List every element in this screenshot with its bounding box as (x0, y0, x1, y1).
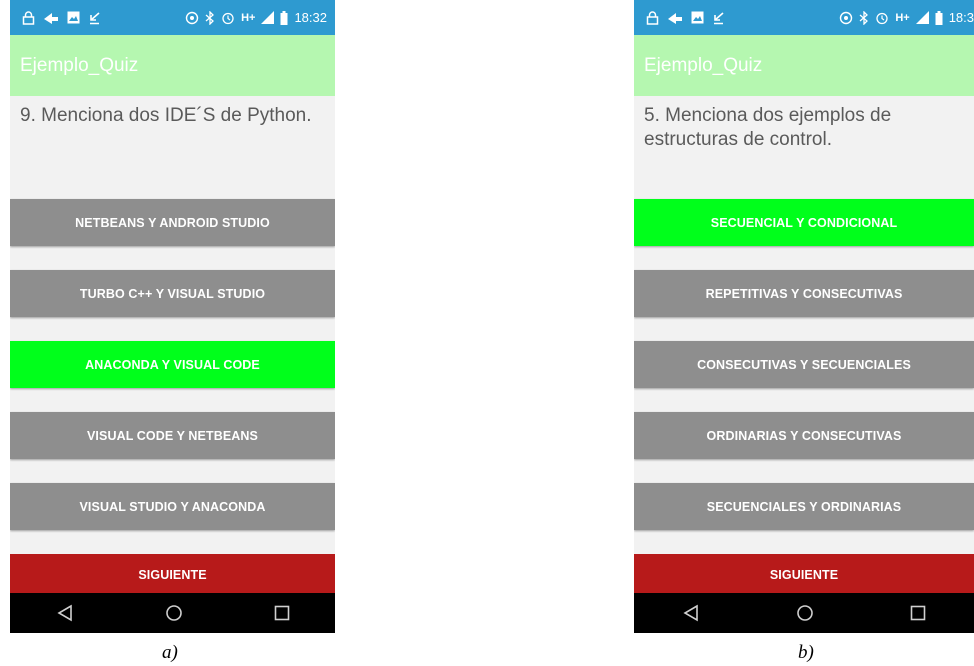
lock-icon (22, 10, 35, 25)
alarm-icon (221, 11, 235, 25)
recents-icon[interactable] (910, 605, 926, 621)
app-title: Ejemplo_Quiz (10, 35, 335, 96)
hotspot-icon (185, 11, 199, 25)
phone-screen-b: H+ 18:3 Ejemplo_Quiz 5. Menciona dos eje… (634, 0, 974, 633)
navigation-bar (634, 593, 974, 633)
signal-app-icon (43, 11, 59, 25)
next-button[interactable]: SIGUIENTE (10, 554, 335, 595)
image-icon (691, 11, 704, 24)
answer-option-5[interactable]: SECUENCIALES Y ORDINARIAS (634, 483, 974, 530)
question-text: 5. Menciona dos ejemplos de estructuras … (644, 105, 892, 150)
answer-option-3-correct[interactable]: ANACONDA Y VISUAL CODE (10, 341, 335, 388)
download-icon (712, 11, 725, 25)
answer-option-1[interactable]: NETBEANS Y ANDROID STUDIO (10, 199, 335, 246)
answer-option-2[interactable]: TURBO C++ Y VISUAL STUDIO (10, 270, 335, 317)
answer-option-4[interactable]: ORDINARIAS Y CONSECUTIVAS (634, 412, 974, 459)
status-time: 18:32 (294, 10, 327, 25)
back-icon[interactable] (56, 604, 74, 622)
signal-app-icon (667, 11, 683, 25)
recents-icon[interactable] (274, 605, 290, 621)
status-time: 18:3 (948, 10, 974, 25)
status-bar: H+ 18:3 (634, 0, 974, 35)
answer-option-4[interactable]: VISUAL CODE Y NETBEANS (10, 412, 335, 459)
figure-caption-b: b) (798, 642, 814, 663)
signal-icon (915, 11, 929, 24)
network-type-label: H+ (895, 11, 910, 24)
phone-screen-a: H+ 18:32 Ejemplo_Quiz 9. Menciona dos ID… (10, 0, 335, 633)
bluetooth-icon (859, 10, 869, 25)
battery-icon (280, 10, 288, 25)
signal-icon (261, 11, 275, 24)
navigation-bar (10, 593, 335, 633)
home-icon[interactable] (796, 604, 814, 622)
question-text: 9. Menciona dos IDE´S de Python. (20, 105, 312, 126)
battery-icon (935, 10, 943, 25)
image-icon (67, 11, 80, 24)
download-icon (88, 11, 101, 25)
answer-option-1-correct[interactable]: SECUENCIAL Y CONDICIONAL (634, 199, 974, 246)
answer-option-5[interactable]: VISUAL STUDIO Y ANACONDA (10, 483, 335, 530)
app-title: Ejemplo_Quiz (634, 35, 974, 96)
answer-option-3[interactable]: CONSECUTIVAS Y SECUENCIALES (634, 341, 974, 388)
bluetooth-icon (205, 10, 215, 25)
network-type-label: H+ (241, 11, 256, 24)
lock-icon (646, 10, 659, 25)
alarm-icon (875, 11, 889, 25)
hotspot-icon (839, 11, 853, 25)
status-bar: H+ 18:32 (10, 0, 335, 35)
answer-option-2[interactable]: REPETITIVAS Y CONSECUTIVAS (634, 270, 974, 317)
back-icon[interactable] (682, 604, 700, 622)
next-button[interactable]: SIGUIENTE (634, 554, 974, 595)
home-icon[interactable] (165, 604, 183, 622)
figure-caption-a: a) (162, 642, 178, 663)
